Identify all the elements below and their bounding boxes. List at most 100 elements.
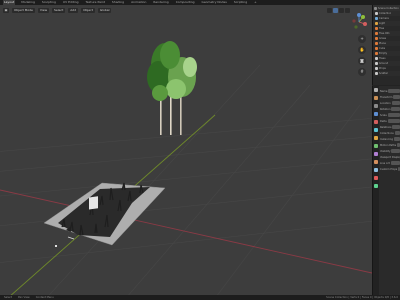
status-hint: Select [4,296,13,299]
status-stats: Scene Collection | Verts 0 | Faces 0 | O… [326,296,398,299]
scene-canvas[interactable] [0,5,372,295]
properties-tab-icon[interactable] [374,176,378,180]
wireframe-shading-button[interactable] [327,8,332,13]
object-type-icon [375,22,378,25]
property-field[interactable] [391,101,400,105]
property-label: Scale [380,113,387,117]
status-hint: Context Menu [35,296,54,299]
outliner-item-label: Tree.001 [379,32,390,35]
property-label: Relations [380,125,392,129]
properties-tab-icon[interactable] [374,184,378,188]
property-field[interactable] [393,95,400,99]
properties-tab-icon[interactable] [374,136,378,140]
properties-tab-icon[interactable] [374,152,378,156]
object-type-icon [375,17,378,20]
properties-tab-icon[interactable] [374,96,378,100]
property-label: Name [380,89,388,93]
property-label: Custom Props [380,167,398,171]
transform-orientation-dropdown[interactable]: Global [97,7,112,13]
outliner-item-label: Collection [379,12,392,15]
camera-marker [67,236,75,240]
properties-content: Name Transform Location Rotation Scale Delta R… [380,88,400,172]
editor-type-icon[interactable]: ▣ [3,7,9,13]
properties-panel: Name Transform Location Rotation Scale Delta R… [372,86,400,295]
outliner-item-label: Tree [379,27,385,30]
properties-tab-icon[interactable] [374,112,378,116]
add-menu[interactable]: Add [68,7,79,13]
3d-viewport[interactable]: ▣ Object Mode View Select Add Object Glo… [0,5,372,295]
properties-tab-icon[interactable] [374,88,378,92]
mode-dropdown[interactable]: Object Mode [12,7,35,13]
outliner-item-label: Props [379,67,386,70]
property-field[interactable] [392,125,400,129]
properties-tab-icon[interactable] [374,160,378,164]
property-row: Custom Props [380,166,400,172]
shading-toolbar [327,8,350,13]
property-field[interactable] [391,149,400,153]
properties-tab-icon[interactable] [374,144,378,148]
property-field[interactable] [388,89,400,93]
object-type-icon [375,62,378,65]
outliner-item-label: Empty [379,52,388,55]
property-label: Visibility [380,149,391,153]
properties-tab-icon[interactable] [374,120,378,124]
object-type-icon [375,57,378,60]
outliner-item-label: Camera [379,17,389,20]
x-axis-line [0,189,372,274]
outliner-filter-icon[interactable] [374,6,377,10]
object-type-icon [375,32,378,35]
object-type-icon [375,12,378,15]
object-type-icon [375,42,378,45]
outliner-item-label: Scatter [379,72,389,75]
outliner-item-label: Trees [379,57,386,60]
camera-card [89,196,98,210]
origin-point [54,244,58,248]
object-type-icon [375,47,378,50]
properties-tabs [373,86,379,295]
property-field[interactable] [393,137,400,141]
object-type-icon [375,67,378,70]
property-label: Rotation [380,107,391,111]
view-menu[interactable]: View [37,7,50,13]
camera-view-icon[interactable]: ◙ [358,57,366,65]
status-hint: Pan View [18,296,30,299]
navigation-gizmo-icon[interactable] [350,13,368,31]
property-field[interactable] [394,131,400,135]
outliner-panel: Scene Collection Collection Camera Light Tr… [372,5,400,85]
property-label: Transform [380,95,393,99]
property-field[interactable] [387,113,400,117]
object-type-icon [375,52,378,55]
property-label: Collections [380,131,394,135]
property-label: Instancing [380,137,393,141]
status-bar: Select Pan View Context Menu Scene Collect… [0,295,400,300]
zoom-icon[interactable]: + [358,35,366,43]
outliner-item-label: Light [379,22,386,25]
hand-pan-icon[interactable]: ✋ [358,46,366,54]
property-label: Viewport Display [380,155,400,159]
outliner-item-label: Grass [379,37,387,40]
properties-tab-icon[interactable] [374,104,378,108]
outliner-title: Scene Collection [378,6,399,10]
property-label: Delta [380,119,387,123]
property-label: Motion Paths [380,143,397,147]
properties-tab-icon[interactable] [374,128,378,132]
properties-tab-icon[interactable] [374,168,378,172]
object-type-icon [375,37,378,40]
property-field[interactable] [391,107,400,111]
outliner-item-label: Plane [379,42,386,45]
property-field[interactable] [387,119,400,123]
object-type-icon [375,72,378,75]
outliner-item-label: Cube [379,47,386,50]
outliner-item[interactable]: Scatter [373,71,400,76]
object-menu[interactable]: Object [81,7,95,13]
property-label: Line Art [380,161,390,165]
object-type-icon [375,27,378,30]
property-field[interactable] [390,161,400,165]
material-shading-button[interactable] [339,8,344,13]
grid-ortho-icon[interactable]: # [358,68,366,76]
select-menu[interactable]: Select [52,7,66,13]
viewport-header: ▣ Object Mode View Select Add Object Glo… [0,5,372,15]
solid-shading-button[interactable] [333,8,338,13]
property-label: Location [380,101,391,105]
outliner-item-label: Ground [379,62,389,65]
